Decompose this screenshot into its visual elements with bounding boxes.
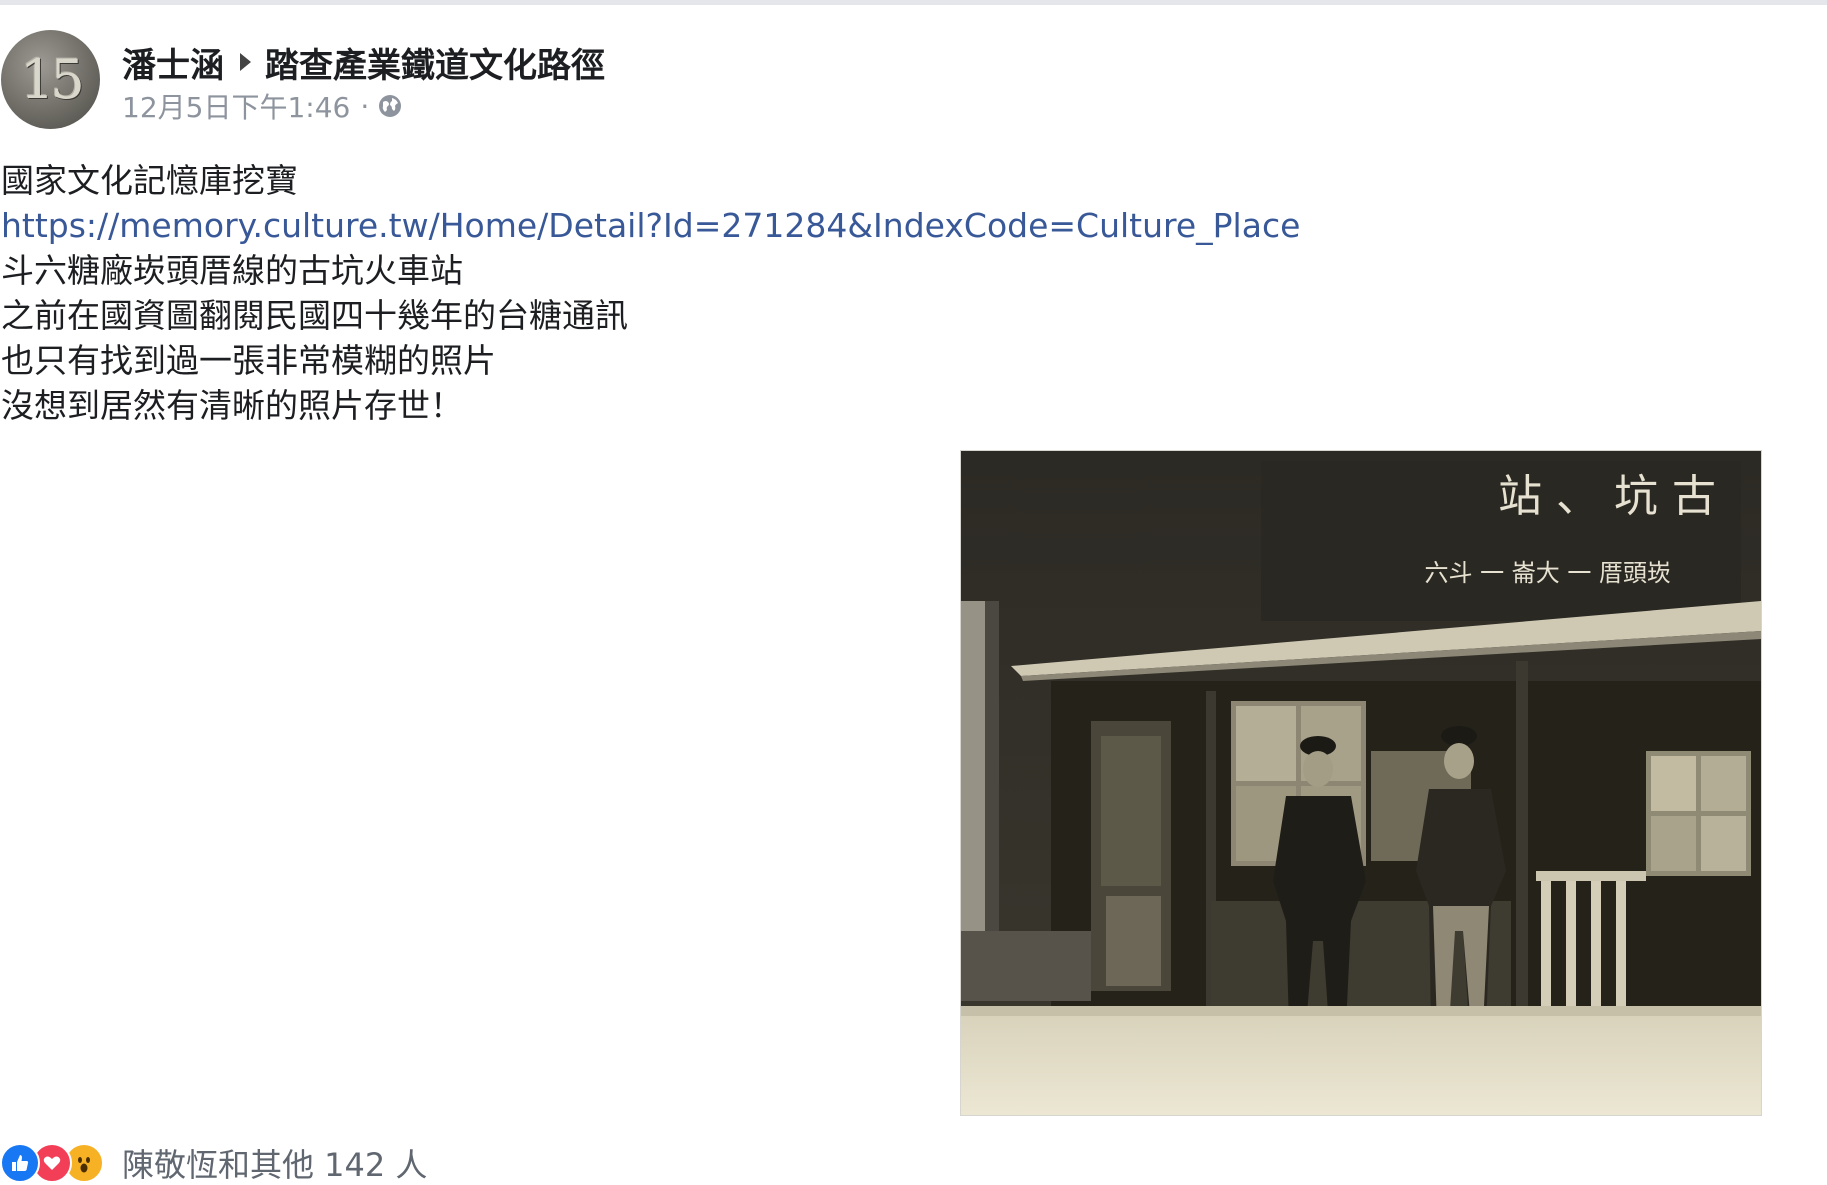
post-meta: 12月5日下午1:46 · (122, 88, 403, 124)
reaction-count-text[interactable]: 陳敬恆和其他 142 人 (122, 1140, 427, 1185)
station-photo-illustration: 站 、 坑 古 六斗 一 崙大 一 厝頭崁 (961, 451, 1761, 1115)
post-header: 潘士涵 踏查產業鐵道文化路徑 (122, 38, 605, 87)
reaction-icons[interactable] (0, 1143, 104, 1183)
post-photo[interactable]: 站 、 坑 古 六斗 一 崙大 一 厝頭崁 (960, 450, 1762, 1116)
avatar-logo-text: 15 (20, 48, 85, 111)
post-timestamp-link[interactable]: 12月5日下午1:46 (122, 86, 350, 126)
post-link[interactable]: https://memory.culture.tw/Home/Detail?Id… (1, 203, 1300, 248)
post-line: 也只有找到過一張非常模糊的照片 (1, 341, 496, 380)
post-line: 國家文化記憶庫挖寶 (1, 161, 298, 200)
station-sign-sub: 六斗 一 崙大 一 厝頭崁 (1424, 559, 1671, 587)
post-line: 斗六糖廠崁頭厝線的古坑火車站 (1, 251, 463, 290)
group-name-link[interactable]: 踏查產業鐵道文化路徑 (265, 38, 605, 87)
post-line: 沒想到居然有清晰的照片存世！ (1, 386, 463, 425)
author-name-link[interactable]: 潘士涵 (122, 38, 224, 87)
caret-right-icon (240, 53, 251, 71)
post-line: 之前在國資圖翻閱民國四十幾年的台糖通訊 (1, 296, 628, 335)
avatar[interactable]: 15 (1, 30, 100, 129)
globe-icon[interactable] (377, 93, 403, 119)
post-body: 國家文化記憶庫挖寶 https://memory.culture.tw/Home… (1, 158, 1300, 428)
facebook-post: 15 潘士涵 踏查產業鐵道文化路徑 12月5日下午1:46 · 國家文化記憶庫挖… (0, 0, 1827, 1185)
meta-separator: · (360, 89, 370, 123)
reactions-bar[interactable]: 陳敬恆和其他 142 人 (0, 1142, 427, 1184)
station-sign-main: 站 、 坑 古 (1498, 471, 1716, 522)
like-icon[interactable] (0, 1143, 40, 1183)
